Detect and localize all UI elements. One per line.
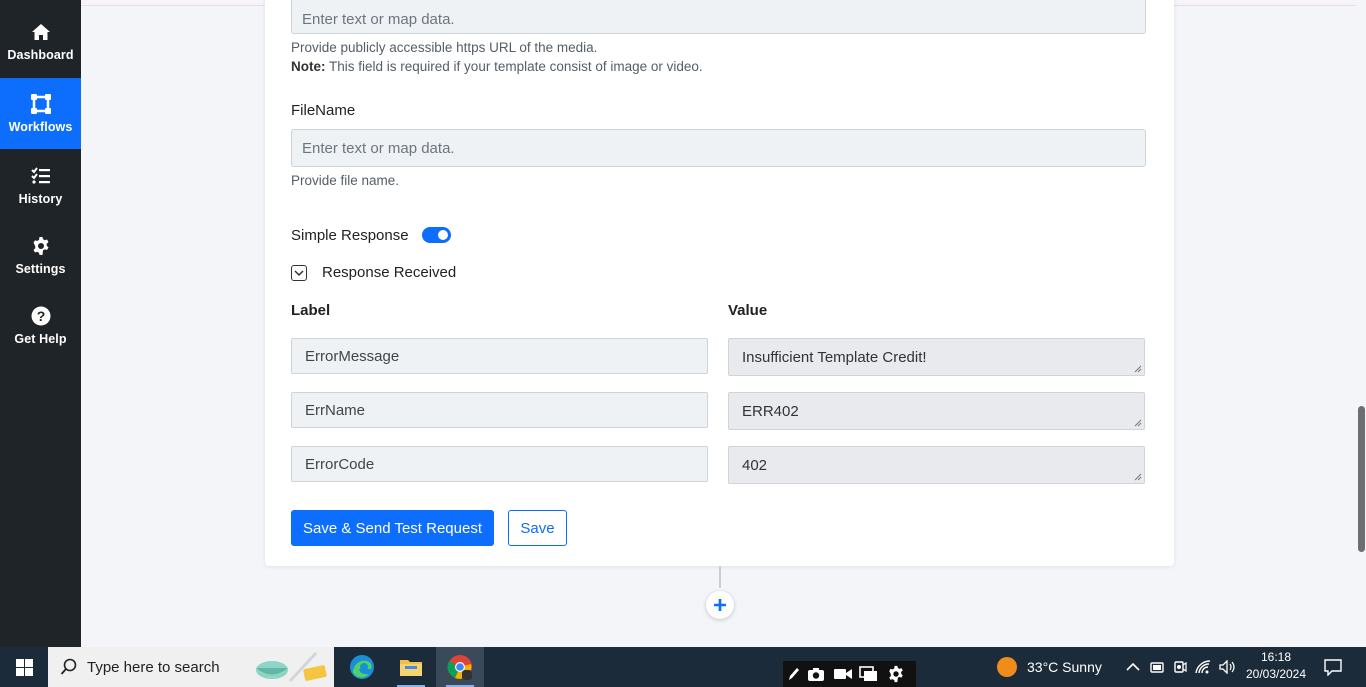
sidebar-item-settings[interactable]: Settings [0,220,81,290]
step-connector [719,566,721,588]
volume-icon[interactable] [1219,660,1237,674]
note-label: Note: [291,59,326,74]
chevron-down-icon [294,270,304,277]
response-value-text: Insufficient Template Credit! [742,348,927,366]
media-url-input[interactable]: Enter text or map data. [291,0,1146,34]
label-column-header: Label [291,302,331,319]
response-value-field[interactable]: 402 [728,446,1145,484]
filename-help: Provide file name. [291,173,400,188]
pen-icon[interactable] [787,666,801,682]
windows-taskbar: Type here to search 33°C Sunny 16:18 20/… [0,647,1366,687]
taskbar-clock[interactable]: 16:18 20/03/2024 [1236,649,1316,683]
camera-icon[interactable] [807,666,825,682]
add-step-button[interactable] [706,591,734,619]
history-list-icon [30,165,52,187]
response-value-field[interactable]: Insufficient Template Credit! [728,338,1145,376]
sidebar-item-get-help[interactable]: ? Get Help [0,290,81,360]
notifications-button[interactable] [1324,647,1342,687]
response-value-text: ERR402 [742,402,799,420]
wifi-icon[interactable] [1195,660,1211,674]
action-config-card: Enter text or map data. Provide publicly… [265,0,1174,566]
clock-date: 20/03/2024 [1245,667,1307,681]
file-explorer-app[interactable] [387,647,435,687]
response-label-field[interactable]: ErrName [291,392,708,428]
simple-response-toggle[interactable] [422,227,451,243]
sidebar-item-workflows[interactable]: Workflows [0,78,81,149]
plus-icon [714,599,726,611]
weather-widget[interactable]: 33°C Sunny [996,647,1102,687]
folder-icon [400,660,422,676]
sun-icon [997,657,1017,677]
response-received-label: Response Received [322,264,457,281]
sidebar-item-dashboard[interactable]: Dashboard [0,6,81,76]
chrome-app[interactable] [436,647,484,687]
workflow-icon [30,93,52,115]
svg-text:?: ? [36,308,45,324]
response-label-field[interactable]: ErrorCode [291,446,708,482]
response-value-text: 402 [742,456,768,474]
recording-toolbar [783,661,916,687]
save-send-test-button[interactable]: Save & Send Test Request [291,510,494,546]
meet-now-icon[interactable] [1173,659,1187,675]
weather-text: 33°C Sunny [1027,659,1102,675]
filename-label: FileName [291,102,356,119]
taskbar-search-box[interactable]: Type here to search [48,647,334,687]
filename-input[interactable]: Enter text or map data. [291,129,1146,167]
system-tray [1126,647,1237,687]
gear-icon [30,235,52,257]
search-icon [60,658,77,675]
chevron-up-icon[interactable] [1126,662,1140,672]
search-highlight-image [256,651,327,683]
start-button[interactable] [0,647,48,687]
simple-response-label: Simple Response [291,227,409,244]
notification-icon [1324,659,1342,676]
video-icon[interactable] [833,667,853,681]
sidebar-item-history[interactable]: History [0,150,81,220]
battery-plug-icon[interactable] [1149,660,1165,674]
media-url-note: Note: This field is required if your tem… [291,59,703,74]
edge-icon [350,655,374,679]
edge-app[interactable] [338,647,386,687]
sidebar-item-label: Get Help [14,331,67,346]
home-icon [30,21,52,43]
resize-grip-icon[interactable] [1134,473,1142,481]
note-text: This field is required if your template … [325,59,703,74]
scrollbar-thumb[interactable] [1358,406,1365,552]
resize-grip-icon[interactable] [1134,365,1142,373]
resize-grip-icon[interactable] [1134,419,1142,427]
response-received-collapse[interactable] [291,265,307,281]
chrome-icon [447,655,472,680]
response-label-field[interactable]: ErrorMessage [291,338,708,374]
sidebar-item-label: Workflows [8,120,73,134]
response-value-field[interactable]: ERR402 [728,392,1145,430]
toggle-knob [438,230,448,240]
value-column-header: Value [728,302,768,319]
save-button[interactable]: Save [508,510,567,546]
sidebar: Dashboard Workflows History Settings ? G… [0,0,81,647]
sidebar-item-label: History [18,191,63,206]
sidebar-item-label: Dashboard [7,47,74,62]
sidebar-item-label: Settings [15,261,66,276]
media-url-help: Provide publicly accessible https URL of… [291,40,598,55]
help-icon: ? [30,305,52,327]
clock-time: 16:18 [1260,650,1292,664]
windows-logo-icon [15,658,33,676]
page-scrollbar[interactable] [1356,0,1366,647]
search-placeholder: Type here to search [87,658,220,676]
windows-icon[interactable] [859,666,879,682]
gear-icon[interactable] [887,665,905,683]
